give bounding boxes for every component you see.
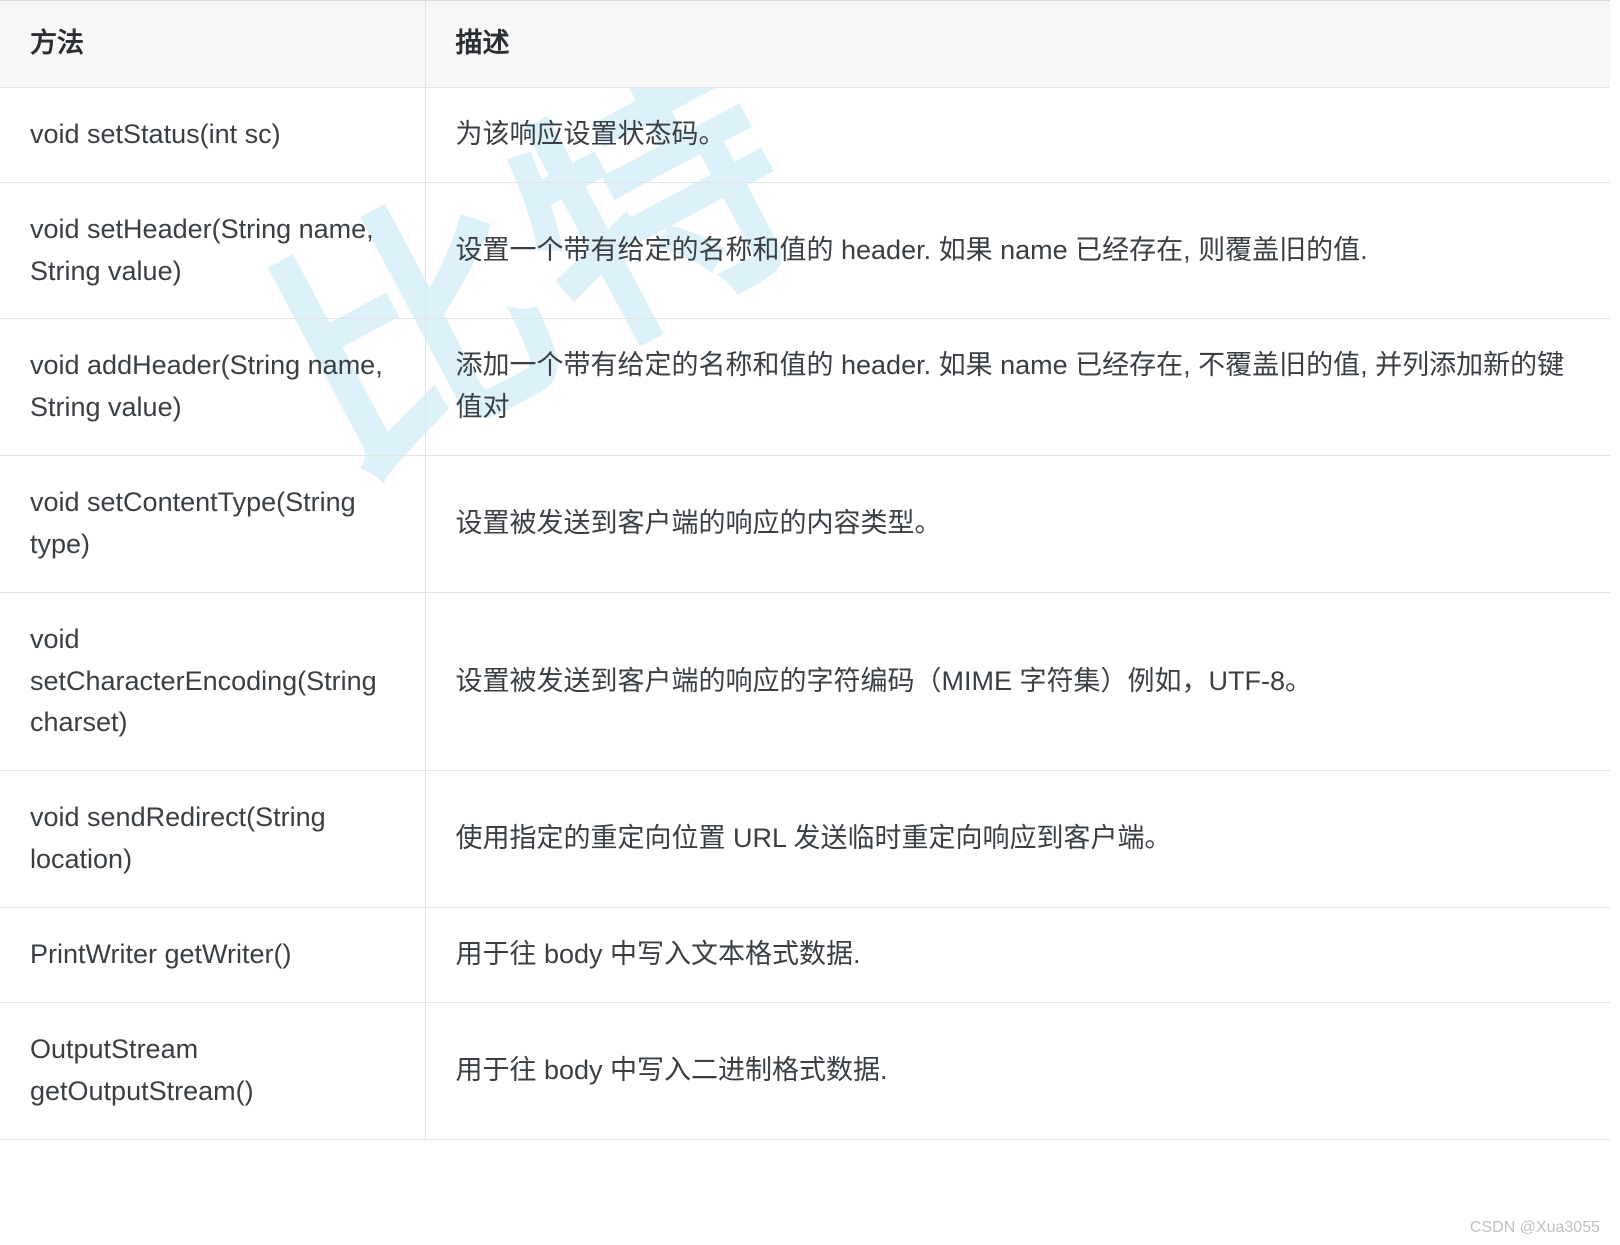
cell-description: 添加一个带有给定的名称和值的 header. 如果 name 已经存在, 不覆盖… (425, 319, 1610, 456)
cell-description: 设置被发送到客户端的响应的字符编码（MIME 字符集）例如，UTF-8。 (425, 592, 1610, 771)
cell-method: void addHeader(String name, String value… (0, 319, 425, 456)
cell-method: void setStatus(int sc) (0, 87, 425, 182)
cell-description: 用于往 body 中写入文本格式数据. (425, 907, 1610, 1002)
cell-method: void sendRedirect(String location) (0, 771, 425, 908)
table-row: OutputStream getOutputStream() 用于往 body … (0, 1002, 1610, 1139)
header-method: 方法 (0, 1, 425, 88)
cell-method: PrintWriter getWriter() (0, 907, 425, 1002)
table-row: PrintWriter getWriter() 用于往 body 中写入文本格式… (0, 907, 1610, 1002)
cell-method: void setHeader(String name, String value… (0, 182, 425, 319)
credit-text: CSDN @Xua3055 (1470, 1219, 1600, 1237)
cell-description: 设置一个带有给定的名称和值的 header. 如果 name 已经存在, 则覆盖… (425, 182, 1610, 319)
cell-method: void setContentType(String type) (0, 456, 425, 593)
cell-description: 为该响应设置状态码。 (425, 87, 1610, 182)
cell-method: void setCharacterEncoding(String charset… (0, 592, 425, 771)
cell-description: 用于往 body 中写入二进制格式数据. (425, 1002, 1610, 1139)
cell-method: OutputStream getOutputStream() (0, 1002, 425, 1139)
table-header-row: 方法 描述 (0, 1, 1610, 88)
table-row: void setStatus(int sc) 为该响应设置状态码。 (0, 87, 1610, 182)
table-row: void addHeader(String name, String value… (0, 319, 1610, 456)
api-methods-table: 方法 描述 void setStatus(int sc) 为该响应设置状态码。 … (0, 0, 1610, 1140)
table-row: void setHeader(String name, String value… (0, 182, 1610, 319)
table-row: void setContentType(String type) 设置被发送到客… (0, 456, 1610, 593)
table-row: void sendRedirect(String location) 使用指定的… (0, 771, 1610, 908)
table-row: void setCharacterEncoding(String charset… (0, 592, 1610, 771)
header-description: 描述 (425, 1, 1610, 88)
cell-description: 设置被发送到客户端的响应的内容类型。 (425, 456, 1610, 593)
cell-description: 使用指定的重定向位置 URL 发送临时重定向响应到客户端。 (425, 771, 1610, 908)
